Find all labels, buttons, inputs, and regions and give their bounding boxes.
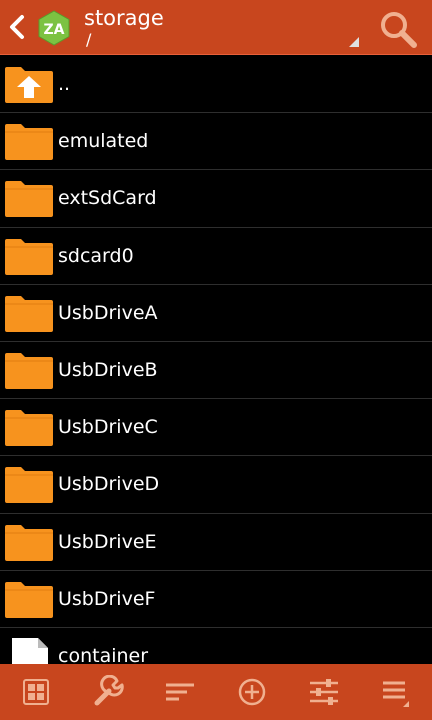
item-name: UsbDriveD [58, 473, 160, 496]
settings-sliders-icon [310, 679, 338, 705]
folder-item[interactable]: UsbDriveE [0, 514, 432, 571]
folder-icon [4, 123, 54, 161]
item-name: extSdCard [58, 187, 157, 210]
file-icon [4, 637, 54, 664]
folder-icon [4, 409, 54, 447]
back-icon[interactable] [6, 13, 28, 41]
menu-button[interactable] [360, 664, 432, 720]
folder-item[interactable]: extSdCard [0, 170, 432, 228]
zarchiver-logo: ZA [38, 10, 70, 46]
svg-text:ZA: ZA [44, 22, 65, 38]
folder-item[interactable]: UsbDriveA [0, 285, 432, 342]
add-button[interactable] [216, 664, 288, 720]
sort-button[interactable] [144, 664, 216, 720]
folder-icon [4, 352, 54, 390]
bottom-toolbar [0, 664, 432, 720]
current-path[interactable]: / [86, 31, 91, 49]
dropdown-corner-icon[interactable] [349, 37, 359, 47]
folder-icon [4, 238, 54, 276]
folder-icon [4, 295, 54, 333]
item-name: sdcard0 [58, 244, 134, 267]
item-name: UsbDriveE [58, 530, 157, 553]
folder-item[interactable]: UsbDriveB [0, 342, 432, 400]
folder-icon [4, 524, 54, 562]
folder-item[interactable]: sdcard0 [0, 228, 432, 285]
item-name: container [58, 644, 149, 664]
tools-button[interactable] [72, 664, 144, 720]
header-bar: ZA storage / [0, 0, 432, 55]
sort-icon [166, 683, 194, 701]
grid-select-button[interactable] [0, 664, 72, 720]
folder-item[interactable]: UsbDriveD [0, 456, 432, 514]
item-name: emulated [58, 130, 149, 153]
parent-directory-item[interactable]: .. [0, 56, 432, 114]
search-icon[interactable] [378, 9, 418, 49]
parent-folder-icon [4, 66, 54, 104]
wrench-icon [94, 675, 124, 706]
folder-item[interactable]: UsbDriveC [0, 399, 432, 457]
item-name: UsbDriveC [58, 416, 158, 439]
menu-icon [383, 681, 409, 707]
grid-select-icon [23, 679, 49, 705]
file-list[interactable]: .. emulated extSdCard sdcard0 UsbDriveA UsbDr… [0, 56, 432, 664]
window-title: storage [84, 6, 164, 30]
folder-icon [4, 466, 54, 504]
item-name: .. [58, 73, 71, 95]
item-name: UsbDriveB [58, 358, 158, 381]
item-name: UsbDriveA [58, 301, 158, 324]
folder-item[interactable]: UsbDriveF [0, 571, 432, 628]
folder-icon [4, 581, 54, 619]
add-icon [238, 678, 266, 706]
file-item[interactable]: container [0, 628, 432, 664]
settings-button[interactable] [288, 664, 360, 720]
folder-item[interactable]: emulated [0, 113, 432, 171]
item-name: UsbDriveF [58, 587, 156, 610]
folder-icon [4, 180, 54, 218]
